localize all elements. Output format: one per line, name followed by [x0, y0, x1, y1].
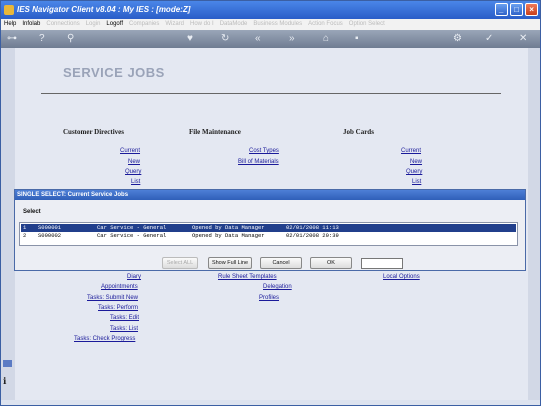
row-date: 02/01/2008 20:39	[286, 232, 339, 239]
dialog-select-label: Select	[23, 209, 41, 215]
ok-button[interactable]: OK	[310, 257, 352, 269]
link-profiles[interactable]: Profiles	[259, 295, 279, 301]
menu-bar: Help Infolab Connections Login Logoff Co…	[1, 19, 540, 30]
row-description: Car Service - General	[97, 224, 167, 231]
row-code: S000002	[38, 232, 62, 239]
menu-option-select[interactable]: Option Select	[349, 21, 385, 30]
link-cost-types[interactable]: Cost Types	[249, 148, 279, 154]
help-icon[interactable]: ?	[39, 32, 45, 46]
page-title: SERVICE JOBS	[63, 65, 165, 80]
link-tasks-check-progress[interactable]: Tasks: Check Progress	[74, 336, 135, 342]
menu-datamode[interactable]: DataMode	[220, 21, 248, 30]
link-cd-new[interactable]: New	[128, 159, 140, 165]
dialog-input[interactable]	[361, 258, 403, 269]
info-icon[interactable]: ℹ	[3, 377, 12, 386]
row-description: Car Service - General	[97, 232, 167, 239]
title-bar: IES Navigator Client v8.04 : My IES : [m…	[1, 1, 540, 19]
link-cd-current[interactable]: Current	[120, 148, 140, 154]
row-status: Opened by Data Manager	[192, 224, 265, 231]
minimize-icon[interactable]: _	[495, 3, 508, 16]
menu-login[interactable]: Login	[86, 21, 101, 30]
link-rule-sheet-templates[interactable]: Rule Sheet Templates	[218, 274, 277, 280]
link-appointments[interactable]: Appointments	[101, 284, 138, 290]
app-window: IES Navigator Client v8.04 : My IES : [m…	[0, 0, 541, 406]
menu-connections[interactable]: Connections	[46, 21, 79, 30]
link-tasks-perform[interactable]: Tasks: Perform	[98, 305, 138, 311]
confirm-icon[interactable]: ✓	[485, 32, 493, 46]
link-bill-of-materials[interactable]: Bill of Materials	[238, 159, 279, 165]
list-item[interactable]: 1 S000001 Car Service - General Opened b…	[21, 224, 516, 232]
home-icon[interactable]: ⌂	[323, 32, 329, 46]
row-number: 1	[23, 224, 27, 231]
link-cd-list[interactable]: List	[131, 179, 140, 185]
back-icon[interactable]: «	[255, 32, 261, 46]
link-tasks-edit[interactable]: Tasks: Edit	[110, 315, 139, 321]
title-divider	[41, 93, 501, 94]
link-cd-query[interactable]: Query	[125, 169, 141, 175]
link-jc-query[interactable]: Query	[406, 169, 422, 175]
link-local-options[interactable]: Local Options	[383, 274, 420, 280]
link-tasks-list[interactable]: Tasks: List	[110, 326, 138, 332]
column-header-file-maintenance: File Maintenance	[189, 128, 241, 136]
menu-help[interactable]: Help	[4, 21, 16, 30]
menu-infolab[interactable]: Infolab	[22, 21, 40, 30]
menu-wizard[interactable]: Wizard	[165, 21, 184, 30]
panel-icon[interactable]	[3, 360, 12, 367]
menu-business-modules[interactable]: Business Modules	[253, 21, 302, 30]
link-jc-new[interactable]: New	[410, 159, 422, 165]
settings-icon[interactable]: ⚙	[453, 32, 462, 46]
forward-icon[interactable]: »	[289, 32, 295, 46]
link-jc-current[interactable]: Current	[401, 148, 421, 154]
select-all-button[interactable]: Select ALL	[162, 257, 198, 269]
link-delegation[interactable]: Delegation	[263, 284, 292, 290]
app-icon	[4, 5, 14, 15]
menu-companies[interactable]: Companies	[129, 21, 159, 30]
column-header-customer-directives: Customer Directives	[63, 128, 124, 136]
search-icon[interactable]: ⚲	[67, 32, 74, 46]
menu-how-do-i[interactable]: How do I	[190, 21, 214, 30]
cancel-icon[interactable]: ✕	[519, 32, 527, 46]
menu-logoff[interactable]: Logoff	[106, 21, 123, 30]
row-number: 2	[23, 232, 27, 239]
maximize-icon[interactable]: □	[510, 3, 523, 16]
row-status: Opened by Data Manager	[192, 232, 265, 239]
cancel-button[interactable]: Cancel	[260, 257, 302, 269]
link-diary[interactable]: Diary	[127, 274, 141, 280]
close-icon[interactable]: ×	[525, 3, 538, 16]
favorite-icon[interactable]: ♥	[187, 32, 193, 46]
menu-action-focus[interactable]: Action Focus	[308, 21, 343, 30]
window-title: IES Navigator Client v8.04 : My IES : [m…	[17, 5, 191, 14]
link-tasks-submit-new[interactable]: Tasks: Submit New	[87, 295, 138, 301]
job-list[interactable]: 1 S000001 Car Service - General Opened b…	[19, 222, 518, 246]
toolbar: ⊶ ? ⚲ ♥ ↻ « » ⌂ ▪ ⚙ ✓ ✕	[1, 30, 540, 48]
key-icon[interactable]: ⊶	[7, 32, 17, 46]
row-code: S000001	[38, 224, 62, 231]
dialog-title: SINGLE SELECT: Current Service Jobs	[15, 190, 525, 200]
show-full-line-button[interactable]: Show Full Line	[208, 257, 252, 269]
single-select-dialog: SINGLE SELECT: Current Service Jobs Sele…	[14, 189, 526, 271]
link-jc-list[interactable]: List	[412, 179, 421, 185]
left-side-panel: ℹ	[1, 48, 15, 400]
row-date: 02/01/2008 11:13	[286, 224, 339, 231]
right-side-panel	[528, 48, 540, 400]
print-icon[interactable]: ▪	[355, 32, 359, 46]
list-item[interactable]: 2 S000002 Car Service - General Opened b…	[21, 232, 516, 240]
column-header-job-cards: Job Cards	[343, 128, 374, 136]
refresh-icon[interactable]: ↻	[221, 32, 229, 46]
